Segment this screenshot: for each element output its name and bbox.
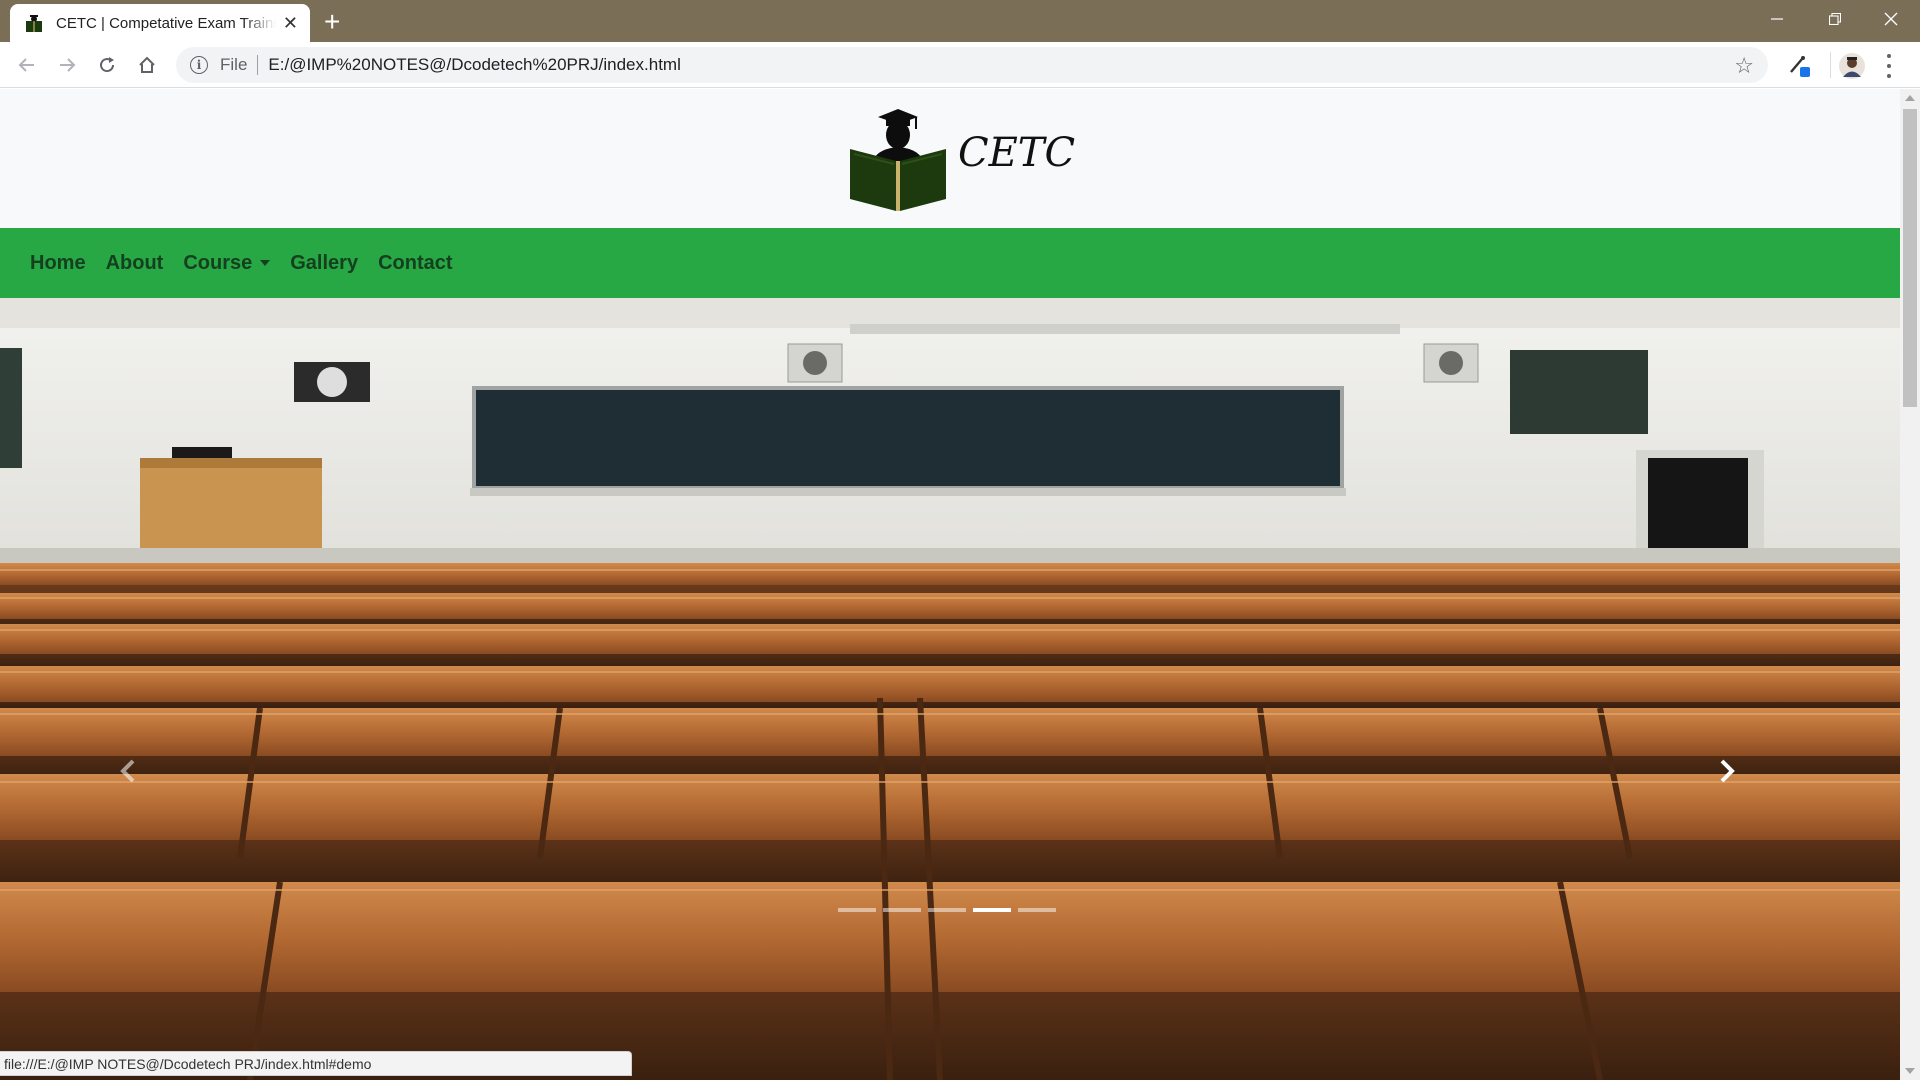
carousel-next-button[interactable]: [1717, 758, 1757, 798]
carousel-indicators: [838, 908, 1063, 912]
minimize-icon: [1771, 18, 1783, 20]
forward-button[interactable]: [52, 50, 82, 80]
nav-link-gallery[interactable]: Gallery: [290, 252, 358, 275]
browser-tab[interactable]: CETC | Competative Exam Training ✕: [10, 4, 310, 42]
home-button[interactable]: [132, 50, 162, 80]
home-icon: [139, 56, 155, 73]
reload-icon: [100, 57, 115, 73]
tab-title: CETC | Competative Exam Training: [56, 14, 276, 32]
browser-titlebar: CETC | Competative Exam Training ✕ +: [0, 0, 1920, 42]
chevron-left-icon: [120, 759, 135, 783]
nav-link-contact[interactable]: Contact: [378, 252, 452, 275]
back-button[interactable]: [12, 50, 42, 80]
close-icon: [1884, 12, 1898, 26]
carousel-indicator[interactable]: [883, 908, 921, 912]
nav-link-course[interactable]: Course: [183, 251, 271, 275]
address-bar[interactable]: i File E:/@IMP%20NOTES@/Dcodetech%20PRJ/…: [176, 47, 1768, 83]
lecture-hall-slide-image: [0, 298, 1900, 1080]
carousel-indicator[interactable]: [1018, 908, 1056, 912]
page-scrollbar[interactable]: [1900, 89, 1920, 1080]
scroll-down-arrow-icon[interactable]: [1905, 1068, 1915, 1074]
close-window-button[interactable]: [1862, 0, 1920, 38]
toolbar-divider: [1830, 52, 1831, 78]
seat-rows: [0, 563, 1900, 1080]
back-arrow-icon: [18, 58, 34, 72]
nav-link-home[interactable]: Home: [30, 252, 86, 275]
site-info-icon[interactable]: i: [190, 56, 208, 74]
extension-pen-icon[interactable]: [1786, 52, 1814, 80]
bookmark-star-icon[interactable]: ☆: [1734, 53, 1754, 79]
reload-button[interactable]: [92, 50, 122, 80]
scrollbar-thumb[interactable]: [1903, 109, 1917, 407]
address-url[interactable]: E:/@IMP%20NOTES@/Dcodetech%20PRJ/index.h…: [268, 55, 680, 75]
chevron-right-icon: [1720, 759, 1735, 783]
site-favicon-icon: [26, 15, 42, 32]
forward-arrow-icon: [60, 58, 76, 72]
hero-carousel: [0, 298, 1900, 1080]
menu-dot-icon: [1887, 74, 1891, 78]
nav-link-about[interactable]: About: [106, 252, 164, 275]
main-navbar: Home About Course Gallery Contact: [0, 228, 1900, 298]
restore-button[interactable]: [1806, 0, 1864, 38]
carousel-indicator[interactable]: [838, 908, 876, 912]
page-viewport: CETC Home About Course Gallery Contact: [0, 89, 1900, 1080]
carousel-indicator[interactable]: [928, 908, 966, 912]
menu-dot-icon: [1887, 64, 1891, 68]
scroll-up-arrow-icon[interactable]: [1905, 95, 1915, 101]
logo-text: CETC: [958, 130, 1076, 176]
site-header: CETC: [0, 89, 1900, 228]
tab-close-icon[interactable]: ✕: [283, 13, 298, 34]
menu-dot-icon: [1887, 54, 1891, 58]
restore-icon: [1829, 13, 1841, 25]
minimize-button[interactable]: [1748, 0, 1806, 38]
omnibox-divider: [257, 55, 259, 75]
nav-link-course-label: Course: [183, 251, 253, 274]
link-status-bubble: file:///E:/@IMP NOTES@/Dcodetech PRJ/ind…: [0, 1051, 632, 1076]
dropdown-caret-icon: [260, 260, 271, 266]
browser-menu-button[interactable]: [1884, 54, 1894, 78]
new-tab-button[interactable]: +: [324, 6, 340, 38]
carousel-prev-button[interactable]: [118, 758, 158, 798]
site-logo[interactable]: CETC: [850, 109, 1075, 213]
profile-avatar-icon[interactable]: [1838, 52, 1866, 80]
carousel-indicator-active[interactable]: [973, 908, 1011, 912]
scheme-label: File: [220, 55, 248, 74]
browser-toolbar: i File E:/@IMP%20NOTES@/Dcodetech%20PRJ/…: [0, 42, 1920, 88]
graduate-book-logo-icon: [850, 109, 946, 211]
